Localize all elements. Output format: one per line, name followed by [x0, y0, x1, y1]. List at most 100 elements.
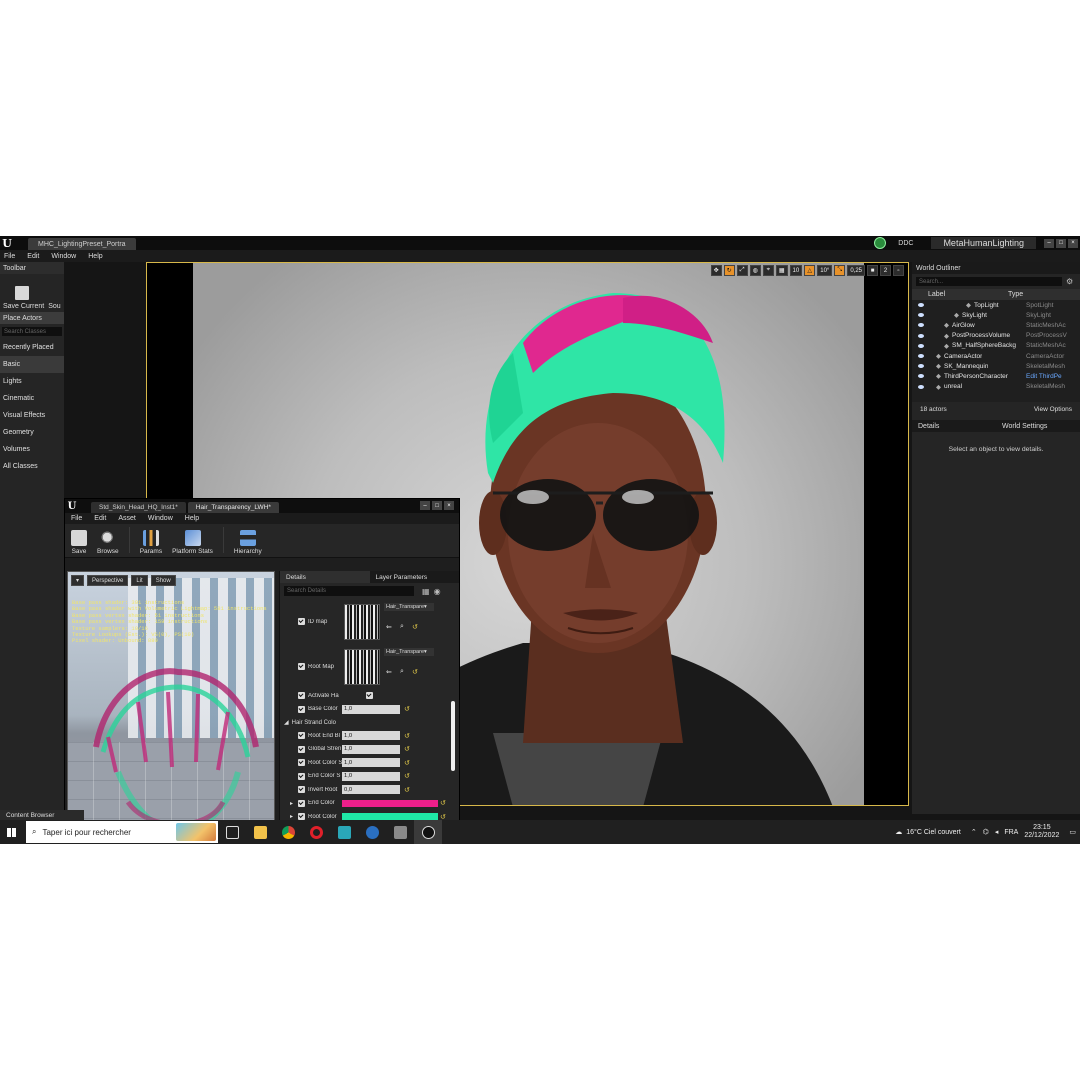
param-value-field[interactable]: 1,0 [342, 758, 400, 768]
save-current-button[interactable]: Save Current Sou [0, 274, 64, 310]
camera-speed-value[interactable]: 2 [880, 265, 891, 276]
reset-arrow-icon[interactable]: ↺ [404, 745, 410, 753]
menu-file[interactable]: File [4, 253, 15, 260]
menu-window[interactable]: Window [51, 253, 76, 260]
close-icon[interactable]: × [1068, 238, 1078, 248]
minimize-icon[interactable]: – [420, 501, 430, 510]
rotation-snap-icon[interactable]: △ [804, 265, 816, 276]
outliner-row[interactable]: ◆ unreal SkeletalMesh [912, 382, 1080, 392]
param-checkbox[interactable] [298, 618, 305, 625]
param-value-field[interactable]: 1,0 [342, 771, 400, 781]
use-selected-icon[interactable]: ⇐ [386, 668, 392, 676]
param-checkbox[interactable] [298, 745, 305, 753]
use-selected-icon[interactable]: ⇐ [386, 623, 392, 631]
param-value-field[interactable]: 1,0 [342, 744, 400, 754]
tab-details[interactable]: Details [912, 420, 996, 432]
rotation-snap-value[interactable]: 10° [817, 265, 833, 276]
tab-world-settings[interactable]: World Settings [996, 420, 1080, 432]
menu-window[interactable]: Window [148, 515, 173, 522]
level-tab[interactable]: MHC_LightingPreset_Portra [28, 238, 136, 250]
eye-icon[interactable]: ◉ [434, 587, 441, 596]
param-checkbox[interactable] [298, 786, 305, 794]
camera-speed-icon[interactable]: ■ [867, 265, 878, 276]
unreal-taskbar-button[interactable] [414, 820, 442, 844]
color-swatch[interactable] [342, 799, 438, 807]
visibility-eye-icon[interactable] [918, 354, 924, 359]
show-button[interactable]: Show [150, 575, 176, 586]
chrome-button[interactable] [274, 820, 302, 844]
reset-arrow-icon[interactable]: ↺ [404, 772, 410, 780]
lit-button[interactable]: Lit [131, 575, 148, 586]
visibility-eye-icon[interactable] [918, 313, 924, 318]
scale-snap-value[interactable]: 0,25 [847, 265, 865, 276]
texture-asset-dropdown[interactable]: Hair_Transpare ▾ [384, 603, 434, 611]
category-volumes[interactable]: Volumes [0, 441, 64, 458]
outliner-row[interactable]: ◆ SM_HalfSphereBackg StaticMeshAc [912, 341, 1080, 351]
keyboard-language[interactable]: FRA [1004, 829, 1018, 836]
perspective-button[interactable]: Perspective [87, 575, 129, 586]
content-browser-tab[interactable]: Content Browser [0, 810, 84, 820]
translate-icon[interactable]: ✥ [710, 265, 722, 276]
world-outliner-tab[interactable]: World Outliner [912, 262, 1080, 274]
param-checkbox[interactable] [298, 692, 305, 700]
world-icon[interactable]: ◍ [749, 265, 761, 276]
calculator-button[interactable] [386, 820, 414, 844]
view-options-button[interactable]: View Options [1034, 406, 1072, 413]
param-checkbox[interactable] [298, 799, 305, 807]
browse-button[interactable]: Browse [97, 530, 119, 555]
reset-arrow-icon[interactable]: ↺ [412, 623, 418, 631]
param-checkbox[interactable] [298, 705, 305, 713]
category-cinematic[interactable]: Cinematic [0, 390, 64, 407]
preview-options-dropdown[interactable]: ▾ [71, 575, 85, 586]
weather-text[interactable]: 16°C Ciel couvert [906, 829, 961, 836]
category-basic[interactable]: Basic [0, 356, 64, 373]
network-icon[interactable]: ⌬ [983, 828, 989, 836]
hierarchy-button[interactable]: Hierarchy [234, 530, 262, 555]
task-view-button[interactable] [218, 820, 246, 844]
outliner-row[interactable]: ◆ ThirdPersonCharacter Edit ThirdPe [912, 371, 1080, 381]
param-value-field[interactable]: 0,0 [342, 785, 400, 795]
search-details-input[interactable]: Search Details [284, 586, 414, 596]
toolbar-tab[interactable]: Toolbar [0, 262, 64, 274]
outliner-row[interactable]: ◆ SkyLight SkyLight [912, 310, 1080, 320]
visibility-eye-icon[interactable] [918, 364, 924, 369]
menu-help[interactable]: Help [185, 515, 199, 522]
minimize-icon[interactable]: – [1044, 238, 1054, 248]
outliner-search-input[interactable]: Search... [916, 277, 1062, 286]
expand-arrow-icon[interactable]: ◢ [284, 719, 289, 726]
visibility-eye-icon[interactable] [918, 333, 924, 338]
grid-view-icon[interactable]: ▦ [422, 587, 430, 596]
outliner-row[interactable]: ◆ PostProcessVolume PostProcessV [912, 331, 1080, 341]
rotate-icon[interactable]: ↻ [723, 265, 735, 276]
category-geometry[interactable]: Geometry [0, 424, 64, 441]
column-label[interactable]: Label [912, 291, 1008, 298]
param-group-header[interactable]: ◢ Hair Strand Colo [280, 716, 459, 729]
save-button[interactable]: Save [71, 530, 87, 555]
menu-edit[interactable]: Edit [27, 253, 39, 260]
unreal-logo-icon[interactable]: U [0, 236, 14, 250]
source-control-icon[interactable] [874, 237, 887, 249]
material-preview-viewport[interactable]: ▾ Perspective Lit Show Base pass shader:… [67, 571, 275, 844]
param-value-field[interactable]: 1,0 [342, 731, 400, 741]
reset-arrow-icon[interactable]: ↺ [404, 786, 410, 794]
maximize-icon[interactable]: □ [432, 501, 442, 510]
reset-arrow-icon[interactable]: ↺ [404, 732, 410, 740]
outliner-row[interactable]: ◆ TopLight SpotLight [912, 300, 1080, 310]
tab-layer-parameters[interactable]: Layer Parameters [370, 571, 460, 583]
details-scrollbar[interactable] [451, 701, 455, 771]
place-actors-tab[interactable]: Place Actors [0, 312, 64, 324]
platform-stats-button[interactable]: Platform Stats [172, 530, 213, 555]
tab-details[interactable]: Details [280, 571, 370, 583]
reset-arrow-icon[interactable]: ↺ [440, 799, 446, 807]
close-icon[interactable]: × [444, 501, 454, 510]
search-classes-input[interactable]: Search Classes [2, 327, 62, 336]
maximize-icon[interactable]: □ [1056, 238, 1066, 248]
menu-file[interactable]: File [71, 515, 82, 522]
menu-edit[interactable]: Edit [94, 515, 106, 522]
reset-arrow-icon[interactable]: ↺ [404, 705, 410, 713]
outliner-row[interactable]: ◆ CameraActor CameraActor [912, 351, 1080, 361]
params-button[interactable]: Params [140, 530, 162, 555]
reset-arrow-icon[interactable]: ↺ [412, 668, 418, 676]
menu-asset[interactable]: Asset [118, 515, 136, 522]
ddc-indicator[interactable]: DDC [898, 240, 913, 247]
